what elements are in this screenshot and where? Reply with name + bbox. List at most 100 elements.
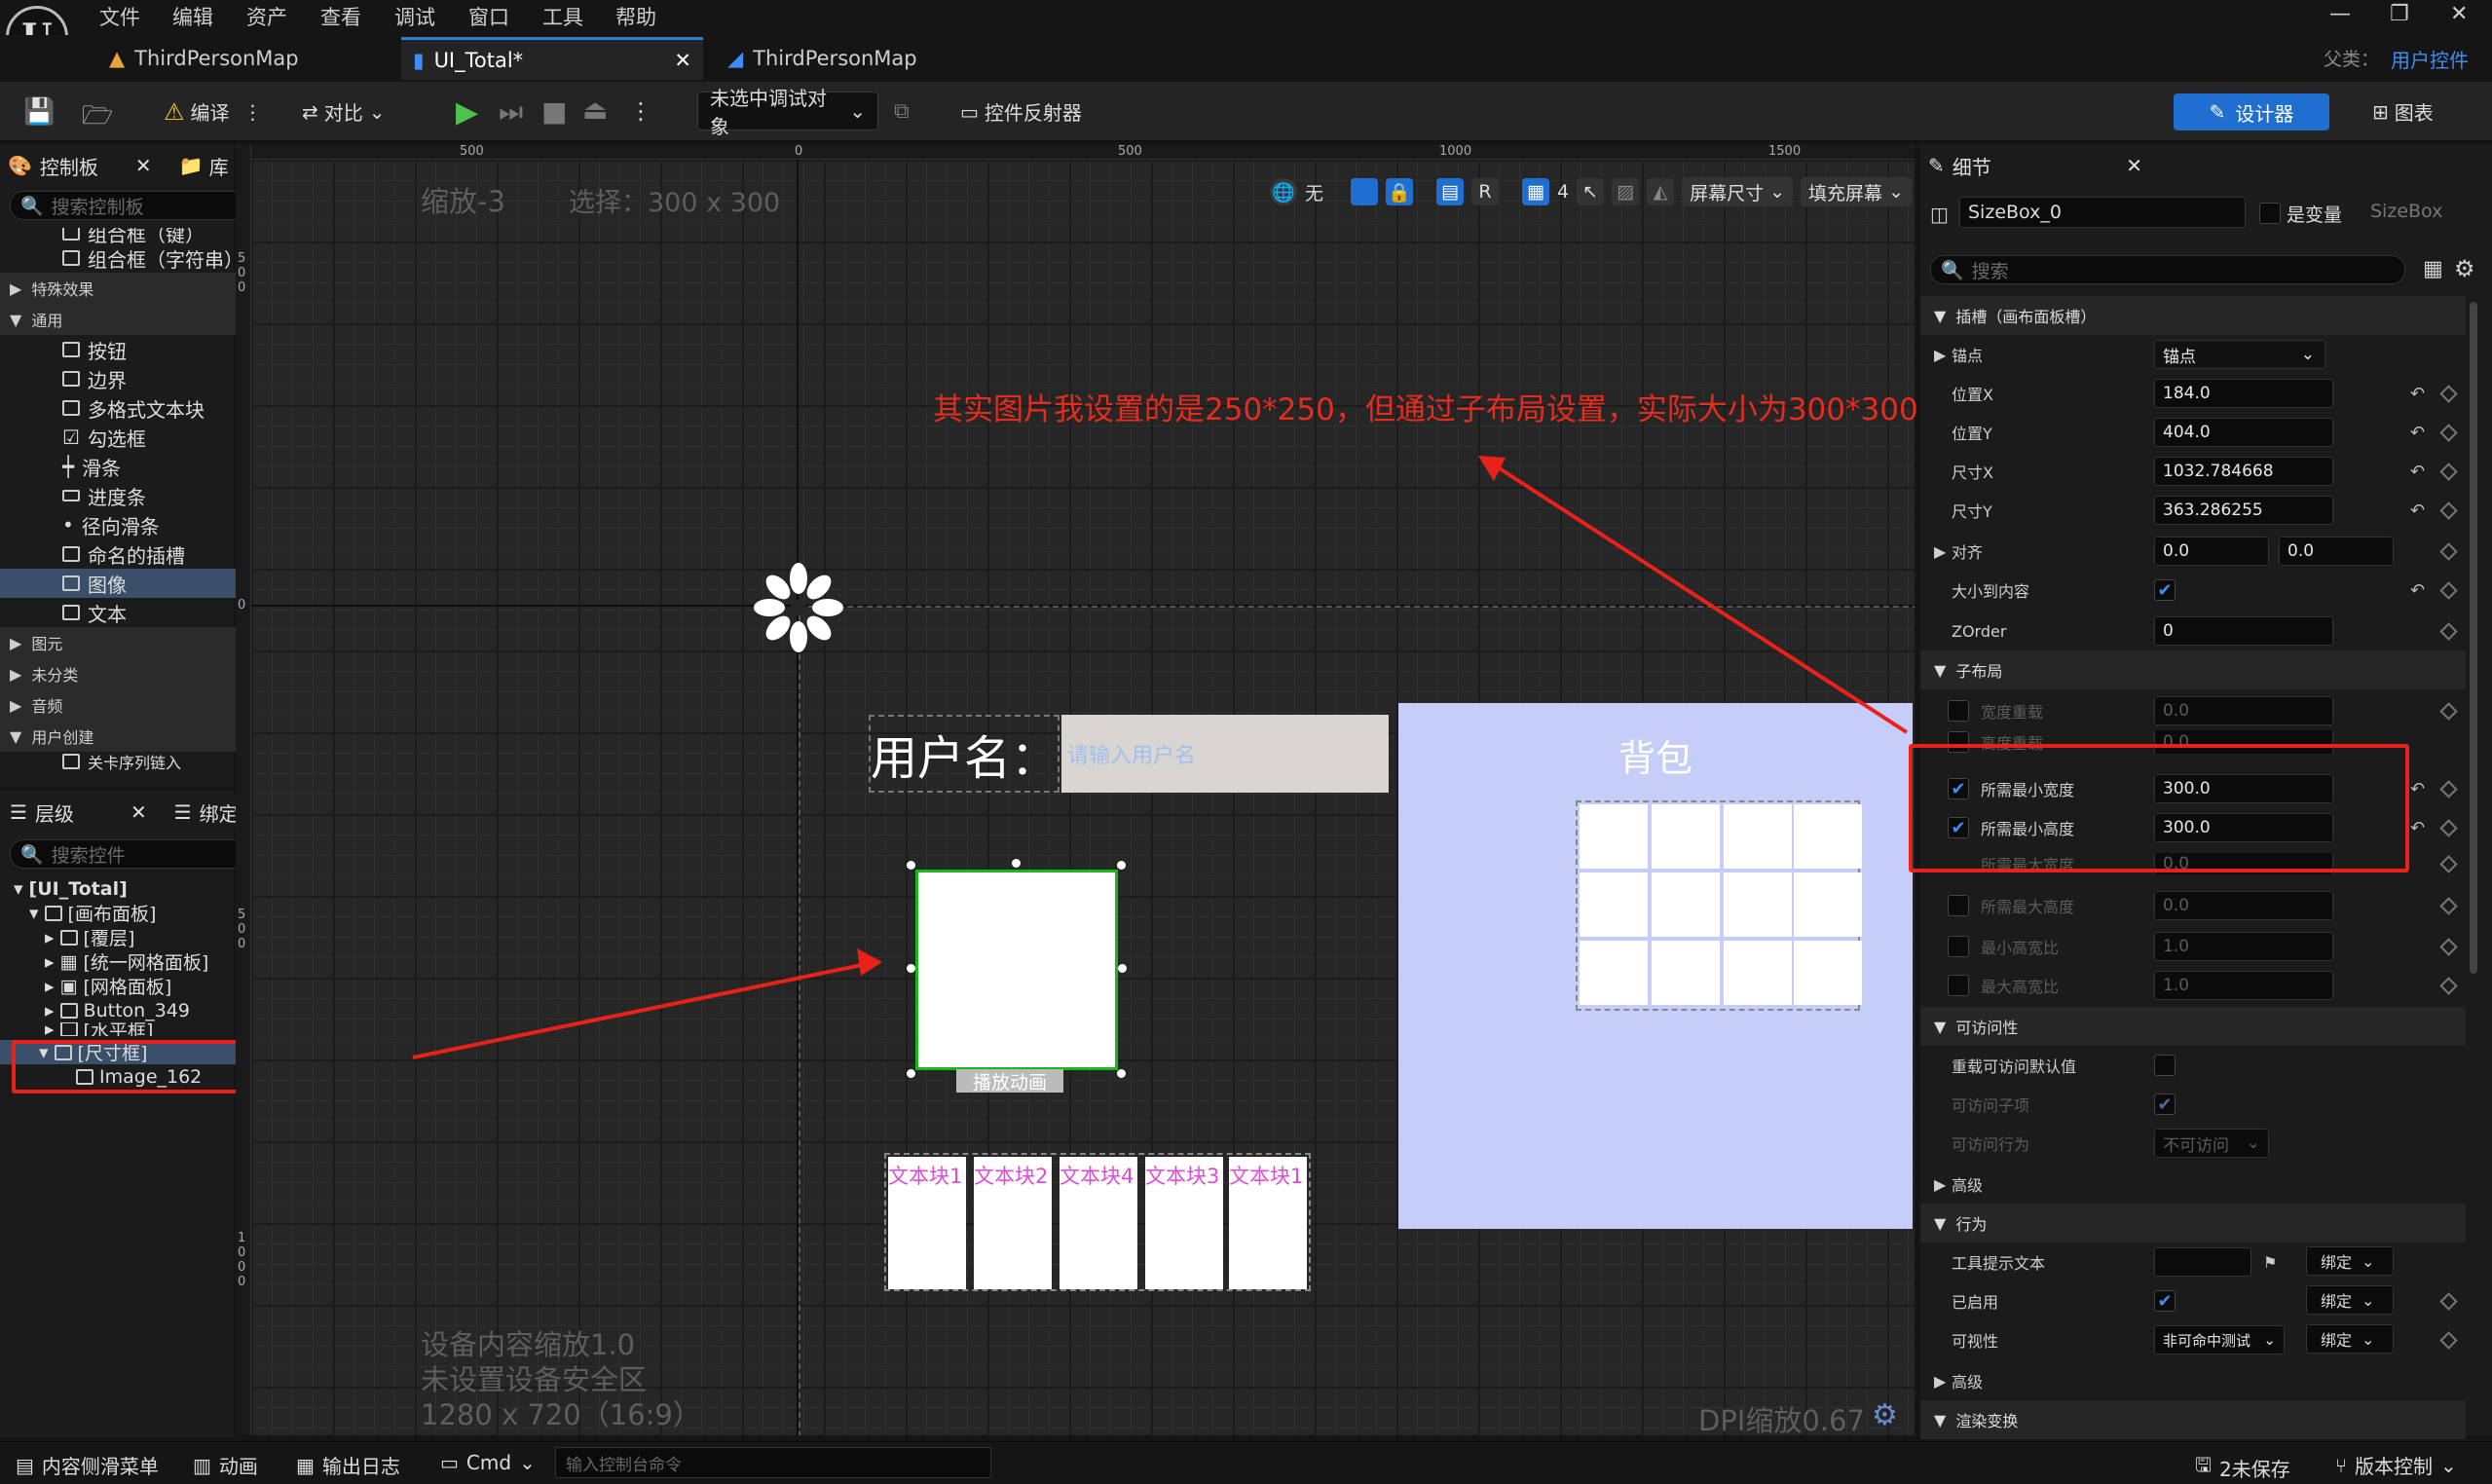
- pos-x-input[interactable]: 184.0: [2154, 379, 2333, 408]
- reset-icon[interactable]: ↶: [2410, 580, 2425, 601]
- prop-min-aspect: 最小高宽比 1.0: [1920, 927, 2466, 966]
- flag-icon[interactable]: ⚑: [2263, 1253, 2277, 1272]
- prop-size-to-content: 大小到内容 ✔ ↶: [1920, 571, 2466, 610]
- chevron-down-icon: ⌄: [2362, 1290, 2375, 1310]
- max-aspect-input[interactable]: 1.0: [2154, 971, 2333, 1000]
- min-aspect-input[interactable]: 1.0: [2154, 932, 2333, 961]
- reset-icon[interactable]: ↶: [2410, 423, 2425, 443]
- details-search[interactable]: 🔍 搜索: [1930, 255, 2405, 284]
- size-to-content-checkbox[interactable]: ✔: [2154, 579, 2176, 601]
- keyframe-icon[interactable]: [2439, 896, 2458, 915]
- keyframe-icon[interactable]: [2439, 1291, 2458, 1311]
- console-input[interactable]: 输入控制台命令: [555, 1447, 991, 1478]
- visibility-dropdown[interactable]: 非可命中测试 ⌄: [2154, 1325, 2285, 1354]
- output-log-button[interactable]: ▦ 输出日志: [296, 1451, 400, 1479]
- align-y-input[interactable]: 0.0: [2279, 537, 2394, 566]
- bind-enabled-button[interactable]: 绑定 ⌄: [2306, 1285, 2394, 1315]
- bind-visibility-button[interactable]: 绑定 ⌄: [2306, 1324, 2394, 1354]
- access-children-checkbox[interactable]: ✔: [2154, 1094, 2176, 1115]
- chevron-down-icon: ▼: [1934, 1213, 1947, 1233]
- keyframe-icon[interactable]: [2439, 384, 2458, 403]
- save-status-icon: 🖫: [2195, 1453, 2213, 1476]
- chevron-right-icon[interactable]: ▶: [1934, 346, 1946, 364]
- reset-icon[interactable]: ↶: [2410, 462, 2425, 482]
- chevron-right-icon: ▶: [1934, 1371, 1947, 1391]
- chevron-down-icon: ⌄: [2263, 1331, 2276, 1349]
- keyframe-icon[interactable]: [2439, 701, 2458, 721]
- align-x-input[interactable]: 0.0: [2154, 537, 2269, 566]
- arrow-to-image: [412, 962, 868, 1059]
- details-icon: ✎: [1928, 154, 1945, 177]
- prop-max-height: 所需最大高度 0.0: [1920, 886, 2466, 925]
- arrow-head: [857, 948, 882, 976]
- settings-gear-icon[interactable]: ⚙: [2454, 255, 2475, 282]
- output-log-icon: ▦: [296, 1453, 315, 1477]
- source-control-button[interactable]: ⑂ 版本控制 ⌄: [2335, 1451, 2457, 1479]
- keyframe-icon[interactable]: [2439, 423, 2458, 442]
- chevron-down-icon: ⌄: [519, 1451, 536, 1474]
- details-tab[interactable]: ✎ 细节 ✕: [1928, 148, 2142, 183]
- size-y-input[interactable]: 363.286255: [2154, 496, 2333, 525]
- widget-name-input[interactable]: SizeBox_0: [1959, 197, 2246, 228]
- reset-icon[interactable]: ↶: [2410, 384, 2425, 404]
- prop-size-y: 尺寸Y 363.286255 ↶: [1920, 491, 2466, 530]
- min-aspect-checkbox[interactable]: [1948, 936, 1969, 957]
- chevron-right-icon[interactable]: ▶: [1934, 542, 1946, 561]
- animation-button[interactable]: ▥ 动画: [193, 1451, 258, 1479]
- keyframe-icon[interactable]: [2439, 779, 2458, 798]
- cmd-dropdown[interactable]: ▭ Cmd ⌄: [440, 1451, 536, 1474]
- prop-pos-y: 位置Y 404.0 ↶: [1920, 413, 2466, 452]
- width-override-input[interactable]: 0.0: [2154, 696, 2333, 725]
- anchor-dropdown[interactable]: 锚点 ⌄: [2154, 340, 2325, 369]
- section-child-layout[interactable]: ▼ 子布局: [1920, 650, 2466, 689]
- max-height-input[interactable]: 0.0: [2154, 891, 2333, 920]
- prop-alignment: ▶ 对齐 0.0 0.0: [1920, 532, 2466, 571]
- content-drawer-icon: ▤: [16, 1453, 34, 1477]
- keyframe-icon[interactable]: [2439, 541, 2458, 561]
- access-behavior-dropdown[interactable]: 不可访问 ⌄: [2154, 1129, 2269, 1158]
- bind-tooltip-button[interactable]: 绑定 ⌄: [2306, 1246, 2394, 1276]
- keyframe-icon[interactable]: [2439, 976, 2458, 995]
- prop-anchors: ▶ 锚点 锚点 ⌄: [1920, 335, 2466, 374]
- chevron-down-icon: ⌄: [2246, 1133, 2260, 1153]
- keyframe-icon[interactable]: [2439, 1330, 2458, 1350]
- keyframe-icon[interactable]: [2439, 621, 2458, 641]
- chevron-down-icon: ▼: [1934, 306, 1947, 325]
- keyframe-icon[interactable]: [2439, 854, 2458, 873]
- keyframe-icon[interactable]: [2439, 937, 2458, 956]
- keyframe-icon[interactable]: [2439, 501, 2458, 520]
- close-tab-icon[interactable]: ✕: [2126, 154, 2142, 177]
- width-override-checkbox[interactable]: [1948, 700, 1969, 722]
- prop-access-behavior: 可访问行为 不可访问 ⌄: [1920, 1124, 2466, 1163]
- keyframe-icon[interactable]: [2439, 462, 2458, 481]
- prop-access-children: 可访问子项 ✔: [1920, 1085, 2466, 1124]
- section-accessibility[interactable]: ▼ 可访问性: [1920, 1007, 2466, 1046]
- section-advanced-2[interactable]: ▶ 高级: [1920, 1361, 2466, 1400]
- max-height-checkbox[interactable]: [1948, 895, 1969, 916]
- enabled-checkbox[interactable]: ✔: [2154, 1290, 2176, 1312]
- keyframe-icon[interactable]: [2439, 818, 2458, 837]
- section-advanced-1[interactable]: ▶ 高级: [1920, 1165, 2466, 1204]
- content-drawer-button[interactable]: ▤ 内容侧滑菜单: [16, 1451, 159, 1479]
- reset-icon[interactable]: ↶: [2410, 501, 2425, 521]
- tooltip-input[interactable]: [2154, 1247, 2251, 1277]
- size-x-input[interactable]: 1032.784668: [2154, 457, 2333, 486]
- unsaved-button[interactable]: 🖫 2未保存: [2195, 1451, 2290, 1484]
- keyframe-icon[interactable]: [2439, 580, 2458, 600]
- max-aspect-checkbox[interactable]: [1948, 975, 1969, 996]
- pos-y-input[interactable]: 404.0: [2154, 418, 2333, 447]
- is-variable-checkbox[interactable]: [2259, 203, 2281, 224]
- table-view-icon[interactable]: ▦: [2423, 257, 2443, 281]
- reset-icon[interactable]: ↶: [2410, 818, 2425, 838]
- chevron-down-icon: ⌄: [2362, 1251, 2375, 1271]
- chevron-down-icon: ▼: [1934, 660, 1947, 680]
- override-access-checkbox[interactable]: [2154, 1055, 2176, 1076]
- reset-icon[interactable]: ↶: [2410, 779, 2425, 799]
- prop-override-access: 重载可访问默认值: [1920, 1046, 2466, 1085]
- details-scrollbar[interactable]: [2470, 302, 2477, 974]
- search-placeholder: 搜索: [1971, 260, 2009, 282]
- zorder-input[interactable]: 0: [2154, 616, 2333, 646]
- section-slot[interactable]: ▼ 插槽（画布面板槽）: [1920, 296, 2466, 335]
- section-render-transform[interactable]: ▼ 渲染变换: [1920, 1400, 2466, 1439]
- section-behavior[interactable]: ▼ 行为: [1920, 1204, 2466, 1243]
